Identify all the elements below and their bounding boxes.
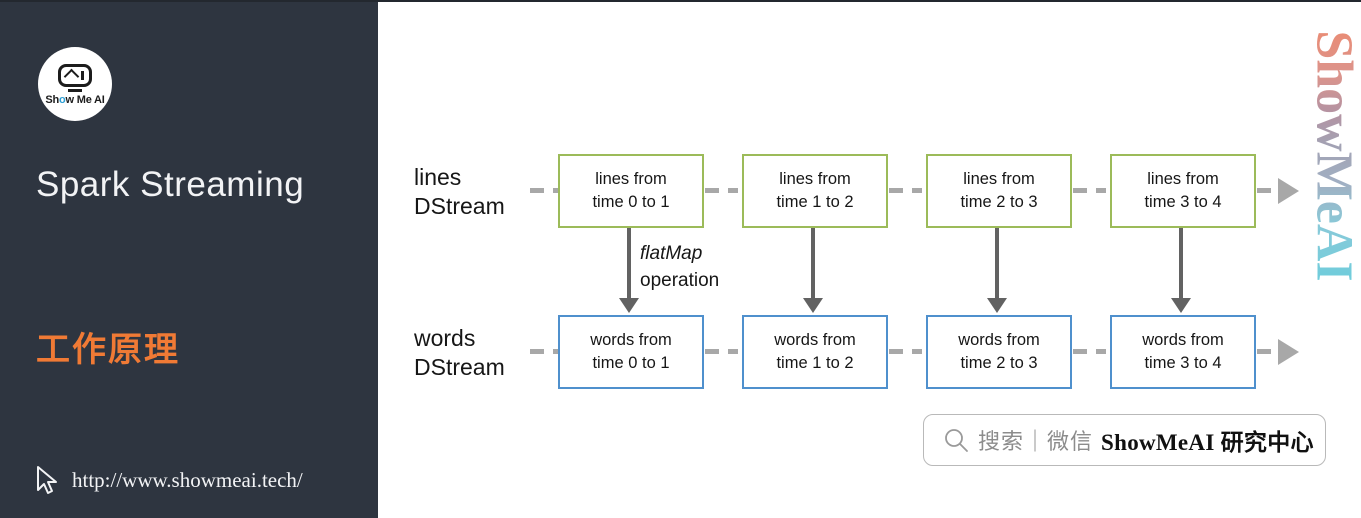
connector-lines-0 bbox=[530, 188, 558, 193]
node-lines-3-line1: lines from bbox=[1147, 170, 1219, 188]
logo-wordmark-before: Sh bbox=[45, 93, 59, 106]
search-hint-text: 搜索｜微信 bbox=[978, 429, 1094, 454]
robot-stand-icon bbox=[68, 89, 82, 92]
node-lines-0[interactable]: lines from time 0 to 1 bbox=[558, 154, 704, 228]
node-words-0-line1: words from bbox=[590, 331, 672, 349]
node-words-3[interactable]: words from time 3 to 4 bbox=[1110, 315, 1256, 389]
flatmap-arrow-head-0 bbox=[619, 298, 639, 313]
node-lines-0-line1: lines from bbox=[595, 170, 667, 188]
flatmap-arrow-head-1 bbox=[803, 298, 823, 313]
node-lines-2-line1: lines from bbox=[963, 170, 1035, 188]
showmeai-watermark-text: ShowMeAI bbox=[1305, 30, 1361, 281]
search-icon bbox=[945, 429, 968, 452]
connector-words-2 bbox=[889, 349, 922, 354]
row-label-lines-dstream: lines DStream bbox=[414, 163, 505, 221]
connector-lines-1 bbox=[705, 188, 738, 193]
diagram-canvas: lines DStream words DStream lines from t… bbox=[378, 2, 1361, 518]
showmeai-watermark: ShowMeAI bbox=[1306, 26, 1361, 286]
sidebar: Show Me AI Spark Streaming 工作原理 http://w… bbox=[0, 2, 378, 518]
node-words-1[interactable]: words from time 1 to 2 bbox=[742, 315, 888, 389]
node-lines-2[interactable]: lines from time 2 to 3 bbox=[926, 154, 1072, 228]
node-words-2[interactable]: words from time 2 to 3 bbox=[926, 315, 1072, 389]
page-title: Spark Streaming bbox=[36, 165, 305, 204]
connector-words-3 bbox=[1073, 349, 1106, 354]
connector-words-0 bbox=[530, 349, 558, 354]
node-words-2-line2: time 2 to 3 bbox=[960, 354, 1038, 372]
flatmap-arrow-line-0 bbox=[627, 228, 631, 300]
node-lines-3[interactable]: lines from time 3 to 4 bbox=[1110, 154, 1256, 228]
logo-wordmark-after: w Me AI bbox=[65, 93, 105, 106]
node-lines-1-line2: time 1 to 2 bbox=[776, 193, 854, 211]
search-brand-text: ShowMeAI 研究中心 bbox=[1101, 430, 1314, 455]
node-lines-0-line2: time 0 to 1 bbox=[592, 193, 670, 211]
connector-words-4 bbox=[1257, 349, 1280, 354]
flatmap-arrow-line-1 bbox=[811, 228, 815, 300]
flatmap-arrow-line-3 bbox=[1179, 228, 1183, 300]
node-words-3-line2: time 3 to 4 bbox=[1144, 354, 1222, 372]
flatmap-operation-name: flatMap bbox=[640, 243, 703, 264]
node-words-1-line1: words from bbox=[774, 331, 856, 349]
flatmap-arrow-line-2 bbox=[995, 228, 999, 300]
connector-lines-4 bbox=[1257, 188, 1280, 193]
node-lines-2-line2: time 2 to 3 bbox=[960, 193, 1038, 211]
row-label-words-dstream: words DStream bbox=[414, 324, 505, 382]
showmeai-robot-logo-icon: Show Me AI bbox=[38, 47, 112, 121]
flatmap-operation-suffix: operation bbox=[640, 270, 720, 291]
row-label-words-line1: words bbox=[414, 325, 476, 351]
robot-eye-chevron-icon bbox=[63, 68, 80, 85]
flatmap-operation-label: flatMap operation bbox=[640, 240, 719, 294]
robot-eye-bar-icon bbox=[81, 71, 84, 81]
row-label-words-line2: DStream bbox=[414, 354, 505, 380]
node-lines-1-line1: lines from bbox=[779, 170, 851, 188]
row-label-lines-line1: lines bbox=[414, 164, 462, 190]
end-arrow-words bbox=[1278, 339, 1299, 365]
connector-lines-2 bbox=[889, 188, 922, 193]
flatmap-arrow-head-2 bbox=[987, 298, 1007, 313]
row-label-lines-line2: DStream bbox=[414, 193, 505, 219]
node-words-2-line1: words from bbox=[958, 331, 1040, 349]
flatmap-arrow-head-3 bbox=[1171, 298, 1191, 313]
node-words-0-line2: time 0 to 1 bbox=[592, 354, 670, 372]
cursor-pointer-icon bbox=[37, 466, 57, 494]
end-arrow-lines bbox=[1278, 178, 1299, 204]
node-words-0[interactable]: words from time 0 to 1 bbox=[558, 315, 704, 389]
connector-lines-3 bbox=[1073, 188, 1106, 193]
wechat-search-pill[interactable]: 搜索｜微信 ShowMeAI 研究中心 bbox=[923, 414, 1326, 466]
node-words-1-line2: time 1 to 2 bbox=[776, 354, 854, 372]
site-url[interactable]: http://www.showmeai.tech/ bbox=[72, 468, 303, 493]
logo-wordmark: Show Me AI bbox=[45, 93, 105, 106]
page-subtitle: 工作原理 bbox=[36, 331, 180, 369]
connector-words-1 bbox=[705, 349, 738, 354]
node-words-3-line1: words from bbox=[1142, 331, 1224, 349]
node-lines-1[interactable]: lines from time 1 to 2 bbox=[742, 154, 888, 228]
robot-face-icon bbox=[58, 64, 92, 88]
node-lines-3-line2: time 3 to 4 bbox=[1144, 193, 1222, 211]
site-url-block: http://www.showmeai.tech/ bbox=[34, 465, 303, 495]
slide-root: Show Me AI Spark Streaming 工作原理 http://w… bbox=[0, 0, 1361, 518]
